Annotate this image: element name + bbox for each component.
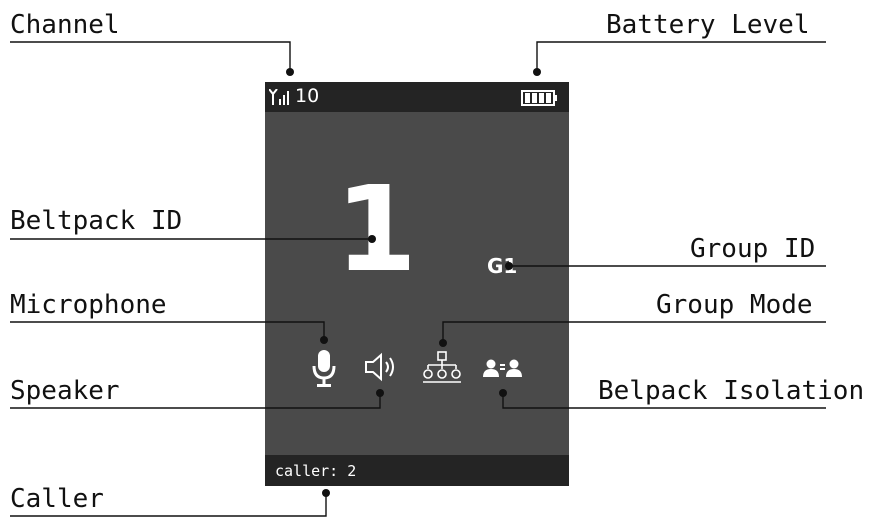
battery-dot xyxy=(533,68,541,76)
microphone-leader xyxy=(10,321,325,340)
group-id-dot xyxy=(505,262,513,270)
callout-lines xyxy=(10,41,826,517)
speaker-dot xyxy=(376,389,384,397)
group-mode-leader xyxy=(442,321,826,343)
isolation-dot xyxy=(499,389,507,397)
beltpack-id-dot xyxy=(368,235,376,243)
speaker-leader xyxy=(10,393,381,409)
isolation-leader xyxy=(502,393,826,409)
caller-leader xyxy=(10,493,327,517)
microphone-dot xyxy=(320,336,328,344)
channel-dot xyxy=(286,68,294,76)
battery-leader xyxy=(536,41,826,72)
caller-dot xyxy=(322,489,330,497)
channel-leader xyxy=(10,41,291,72)
group-mode-dot xyxy=(439,339,447,347)
